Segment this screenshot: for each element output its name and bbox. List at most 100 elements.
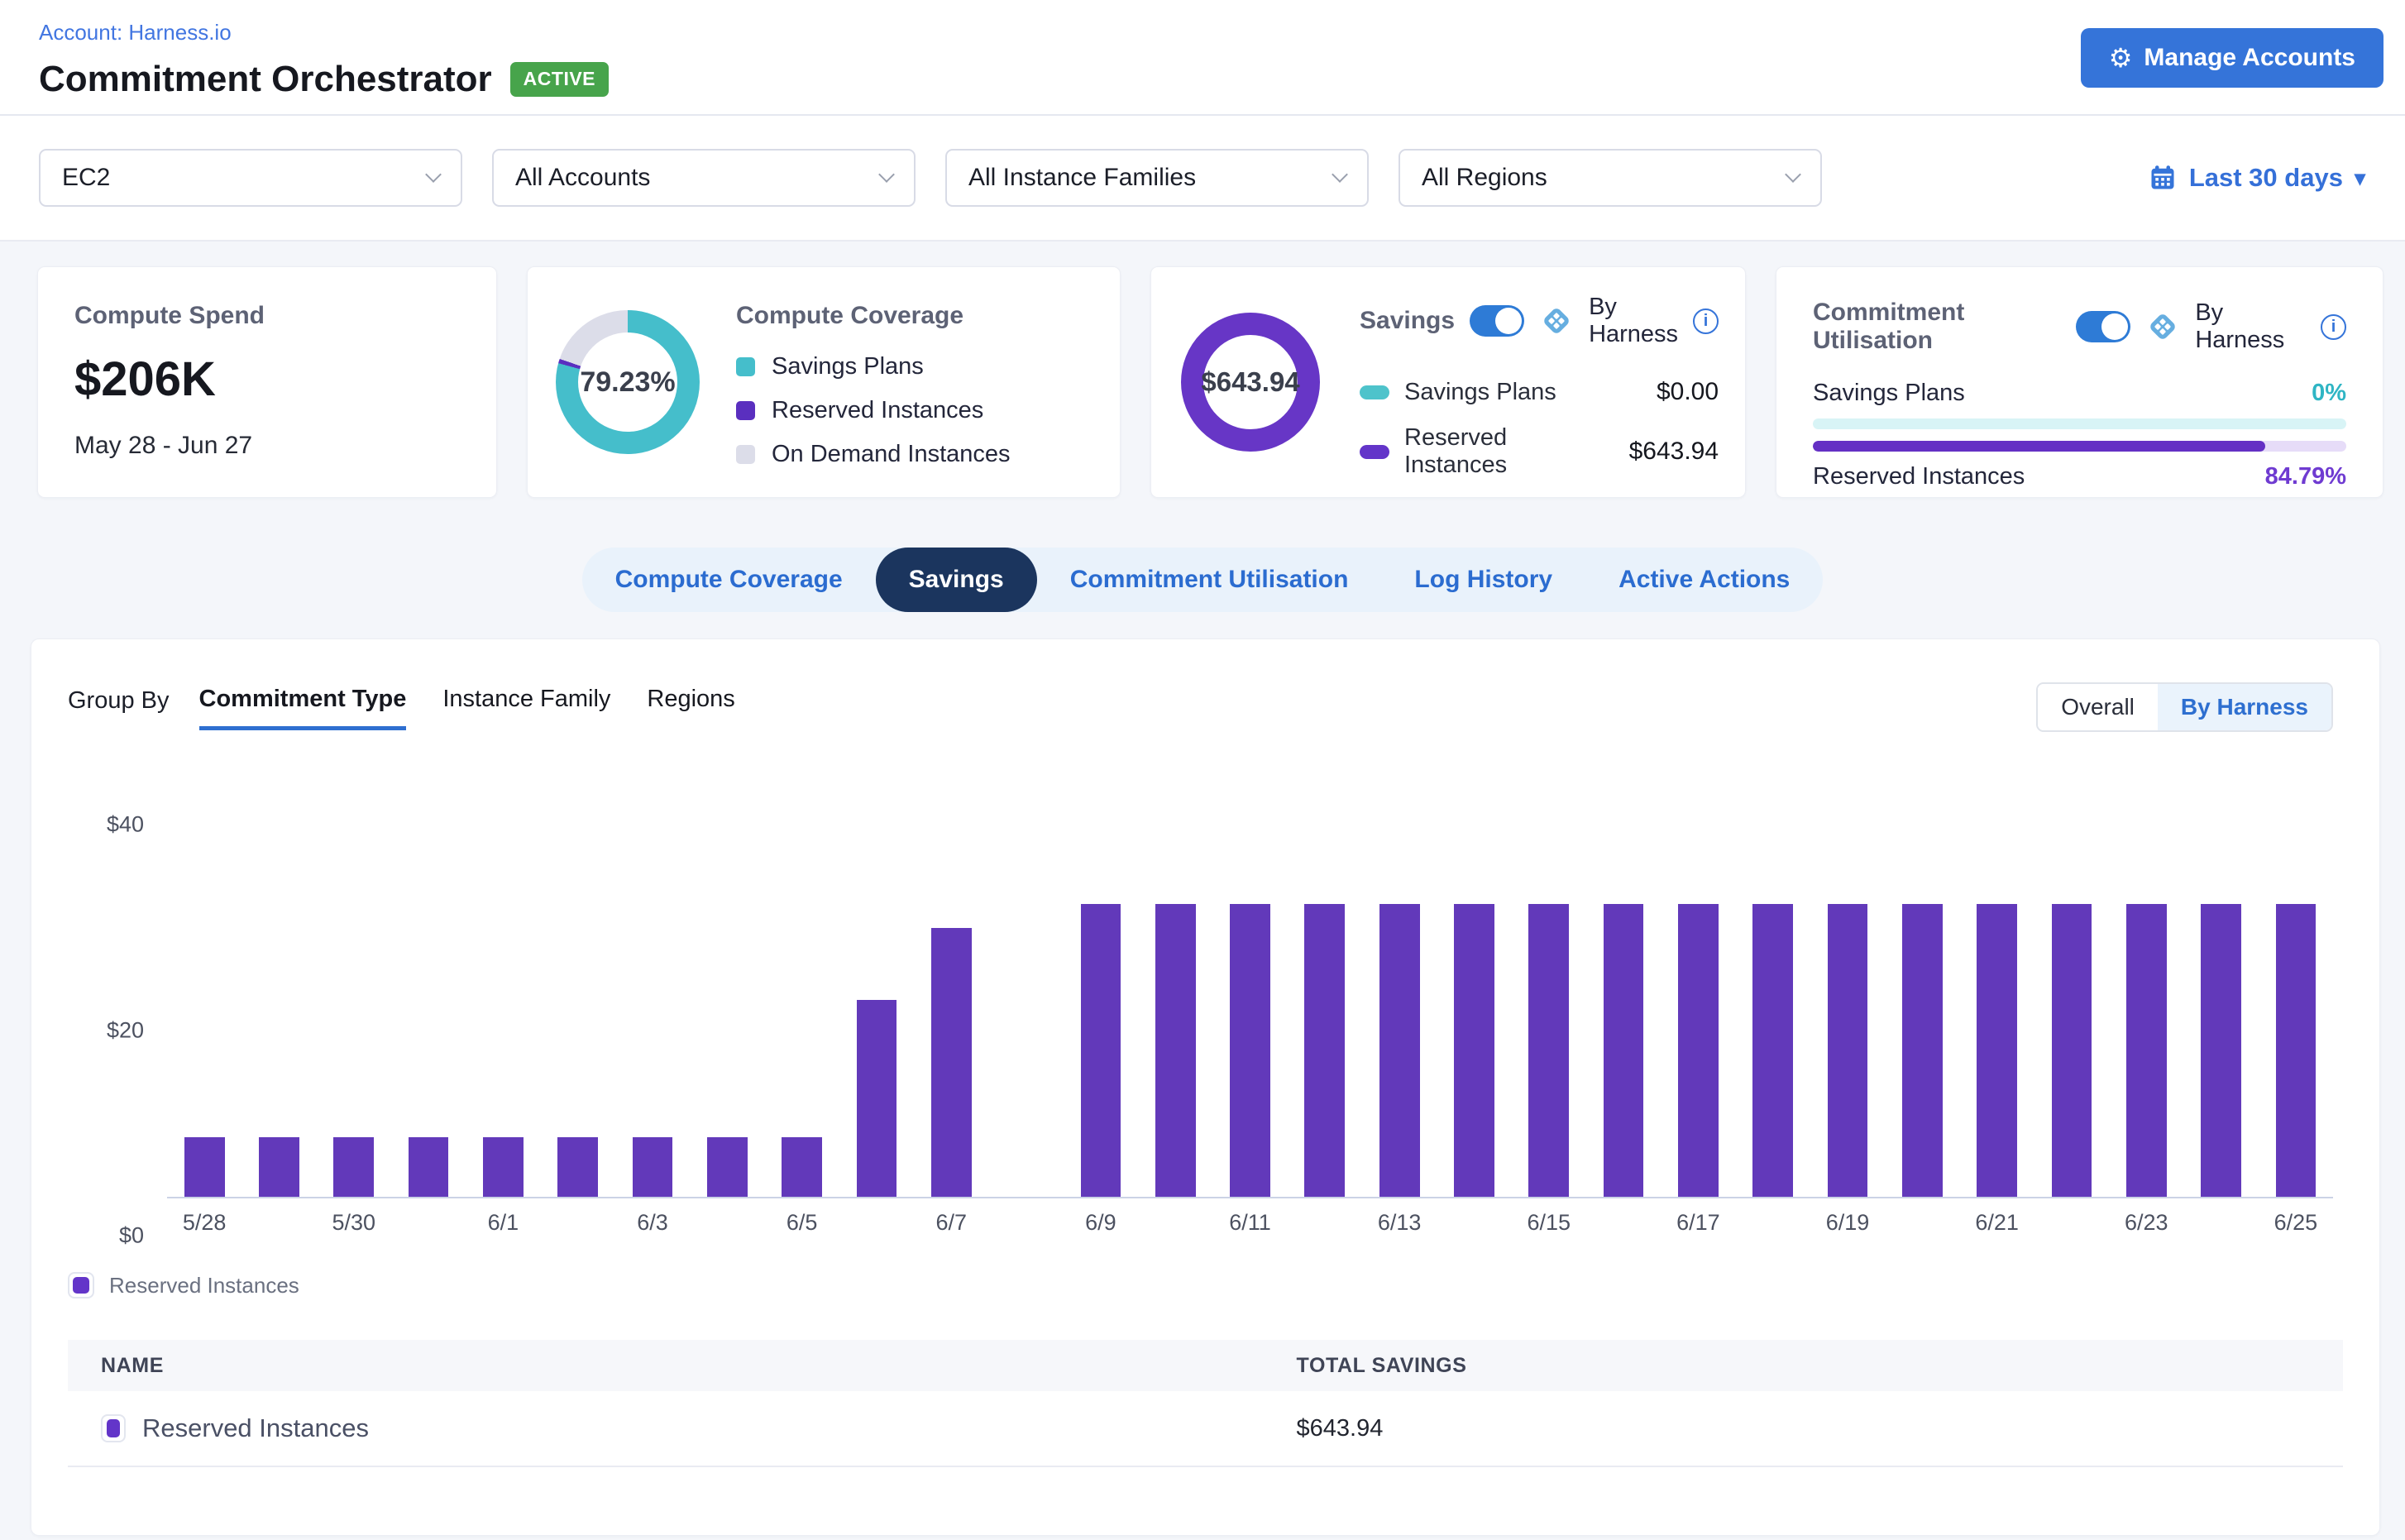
chart-y-axis: $40$20$0 (68, 825, 167, 1236)
x-axis-tick-label: 6/25 (2259, 1210, 2333, 1236)
chart-x-axis: 5/285/306/16/36/56/76/96/116/136/156/176… (167, 1210, 2333, 1236)
regions-select[interactable]: All Regions (1399, 149, 1822, 207)
chart-bar[interactable] (1902, 904, 1943, 1197)
chart-bar[interactable] (333, 1137, 374, 1197)
chart-bar[interactable] (1528, 904, 1569, 1197)
tab-compute-coverage[interactable]: Compute Coverage (582, 548, 876, 612)
group-by-instance-family[interactable]: Instance Family (442, 686, 610, 726)
chart-bar[interactable] (184, 1137, 225, 1197)
chart-bar-slot (1586, 825, 1661, 1197)
gear-icon: ⚙ (2109, 42, 2133, 74)
service-select[interactable]: EC2 (39, 149, 462, 207)
chart-bar[interactable] (2126, 904, 2167, 1197)
chart-bar[interactable] (1230, 904, 1270, 1197)
chart-bar[interactable] (1604, 904, 1644, 1197)
x-axis-tick-label (241, 1210, 316, 1236)
overall-segment[interactable]: Overall (2038, 684, 2158, 730)
compute-coverage-donut: 79.23% (556, 310, 700, 454)
legend-label: On Demand Instances (772, 441, 1011, 468)
date-range-label: Last 30 days (2189, 163, 2343, 193)
chart-bar-slot (1362, 825, 1437, 1197)
compute-spend-value: $206K (74, 352, 460, 407)
chart-bar-slot (2259, 825, 2333, 1197)
accounts-select[interactable]: All Accounts (492, 149, 916, 207)
chart-bar-slot (317, 825, 391, 1197)
chart-bar[interactable] (2276, 904, 2317, 1197)
manage-accounts-label: Manage Accounts (2144, 44, 2355, 72)
account-breadcrumb-link[interactable]: Account: Harness.io (39, 20, 609, 45)
chevron-down-icon (878, 166, 895, 183)
chart-bar-slot (2034, 825, 2109, 1197)
group-by-regions[interactable]: Regions (647, 686, 734, 726)
by-harness-toggle[interactable] (1470, 305, 1524, 337)
group-by-label: Group By (68, 686, 170, 715)
x-axis-tick-label (1736, 1210, 1810, 1236)
chart-bar[interactable] (782, 1137, 822, 1197)
group-by-commitment-type[interactable]: Commitment Type (199, 686, 407, 730)
x-axis-tick-label: 6/11 (1212, 1210, 1287, 1236)
savings-panel: Group By Commitment Type Instance Family… (31, 638, 2380, 1536)
tab-active-actions[interactable]: Active Actions (1585, 548, 1823, 612)
by-harness-segment[interactable]: By Harness (2158, 684, 2331, 730)
chart-bar[interactable] (707, 1137, 748, 1197)
legend-label: Reserved Instances (772, 397, 983, 424)
compute-spend-card: Compute Spend $206K May 28 - Jun 27 (37, 266, 497, 498)
chart-bar[interactable] (857, 1000, 897, 1198)
chart-bar[interactable] (1304, 904, 1345, 1197)
instance-families-select[interactable]: All Instance Families (945, 149, 1369, 207)
tab-savings[interactable]: Savings (876, 548, 1037, 612)
reserved-instances-legend-checkbox[interactable] (68, 1272, 94, 1298)
reserved-instances-swatch (1360, 445, 1389, 459)
table-row[interactable]: Reserved Instances $643.94 (68, 1391, 2343, 1467)
y-axis-tick-label: $0 (119, 1223, 144, 1249)
chart-bar[interactable] (2201, 904, 2241, 1197)
x-axis-tick-label (690, 1210, 764, 1236)
chart-bar-slot (391, 825, 466, 1197)
savings-card: $643.94 Savings By Harness i (1150, 266, 1746, 498)
chart-bar[interactable] (931, 928, 972, 1197)
savings-row-value: $643.94 (1629, 438, 1719, 466)
chart-bar-slot (541, 825, 615, 1197)
chart-bar-slot (1212, 825, 1287, 1197)
tab-commitment-utilisation[interactable]: Commitment Utilisation (1037, 548, 1382, 612)
x-axis-tick-label: 6/9 (1064, 1210, 1138, 1236)
savings-row-label: Reserved Instances (1404, 424, 1614, 479)
by-harness-label: By Harness (2195, 299, 2306, 354)
x-axis-tick-label: 6/15 (1512, 1210, 1586, 1236)
tab-log-history[interactable]: Log History (1381, 548, 1585, 612)
chart-bar[interactable] (557, 1137, 598, 1197)
chart-bar[interactable] (2052, 904, 2092, 1197)
chart-bar-slot (1064, 825, 1138, 1197)
chart-bar[interactable] (409, 1137, 449, 1197)
chart-bar[interactable] (1752, 904, 1793, 1197)
chart-bar[interactable] (633, 1137, 673, 1197)
chart-bar[interactable] (483, 1137, 524, 1197)
savings-plans-swatch (736, 357, 755, 376)
app-header: Account: Harness.io Commitment Orchestra… (0, 0, 2405, 116)
savings-row-label: Savings Plans (1404, 379, 1556, 406)
chart-bar[interactable] (1379, 904, 1420, 1197)
info-icon[interactable]: i (2321, 314, 2346, 340)
page-title: Commitment Orchestrator (39, 59, 492, 100)
chart-bar-slot (690, 825, 764, 1197)
savings-plans-swatch (1360, 385, 1389, 399)
harness-logo-icon (1539, 304, 1574, 338)
chart-bar[interactable] (1155, 904, 1196, 1197)
info-icon[interactable]: i (1693, 308, 1719, 334)
chart-bar[interactable] (1081, 904, 1121, 1197)
status-badge: ACTIVE (510, 62, 609, 97)
chart-bar[interactable] (1828, 904, 1868, 1197)
manage-accounts-button[interactable]: ⚙ Manage Accounts (2081, 28, 2383, 88)
chart-bar-slot (765, 825, 839, 1197)
chart-bar[interactable] (259, 1137, 299, 1197)
chart-bar[interactable] (1678, 904, 1719, 1197)
x-axis-tick-label: 5/28 (167, 1210, 241, 1236)
date-range-picker[interactable]: Last 30 days ▾ (2148, 163, 2365, 193)
summary-cards: Compute Spend $206K May 28 - Jun 27 79.2… (0, 242, 2405, 498)
x-axis-tick-label (1437, 1210, 1511, 1236)
by-harness-toggle[interactable] (2076, 311, 2130, 342)
chart-bar[interactable] (1454, 904, 1494, 1197)
chart-bar-slot (1661, 825, 1735, 1197)
filter-bar: EC2 All Accounts All Instance Families A… (0, 116, 2405, 242)
chart-bar[interactable] (1977, 904, 2017, 1197)
